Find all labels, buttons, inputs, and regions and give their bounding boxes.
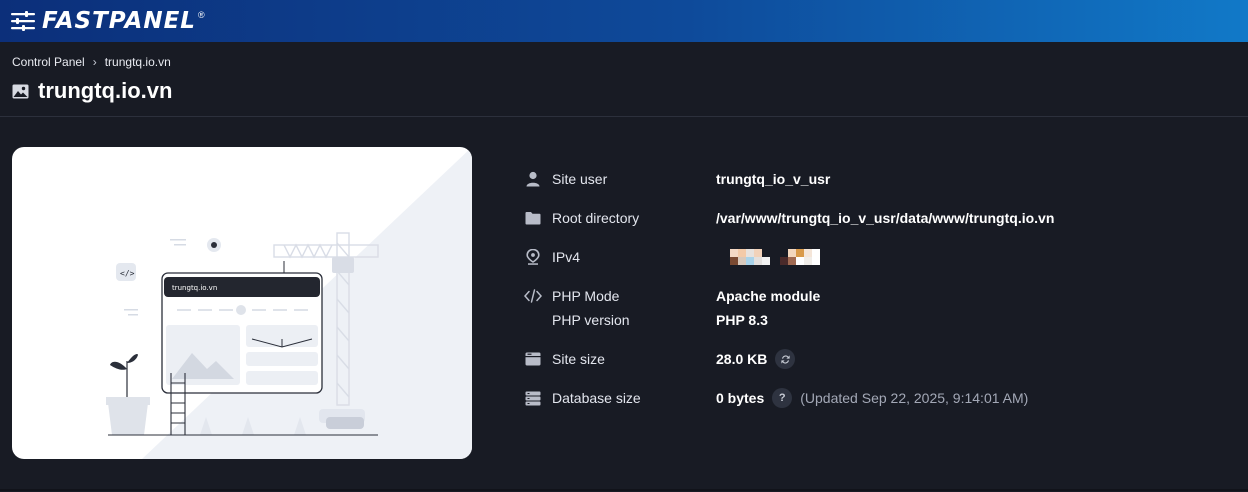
database-updated-text: (Updated Sep 22, 2025, 9:14:01 AM) <box>800 390 1029 406</box>
site-size-label: Site size <box>552 351 605 367</box>
help-button[interactable]: ? <box>772 388 793 408</box>
root-directory-label: Root directory <box>552 210 640 226</box>
site-user-label: Site user <box>552 171 608 187</box>
site-size-row: Site size 28.0 KB <box>524 347 1224 371</box>
user-icon <box>524 171 542 187</box>
construction-illustration: trungtq.io.vn </> <box>106 147 472 459</box>
bottom-divider <box>0 489 1248 491</box>
site-user-value: trungtq_io_v_usr <box>716 171 831 187</box>
pixelated-mask-1 <box>730 249 770 265</box>
refresh-icon <box>781 354 790 364</box>
code-icon <box>524 288 542 304</box>
page-header: Control Panel › trungtq.io.vn trungtq.io… <box>0 42 1248 117</box>
php-version-row: PHP version PHP 8.3 <box>524 308 1224 332</box>
database-size-value: 0 bytes <box>716 390 765 406</box>
sliders-icon <box>11 11 35 31</box>
database-size-label: Database size <box>552 390 641 406</box>
php-mode-value: Apache module <box>716 288 821 304</box>
php-version-label: PHP version <box>552 312 630 328</box>
image-icon <box>12 84 29 98</box>
root-directory-value[interactable]: /var/www/trungtq_io_v_usr/data/www/trung… <box>716 210 1054 226</box>
breadcrumb-current: trungtq.io.vn <box>104 55 171 69</box>
page-title: trungtq.io.vn <box>38 78 173 103</box>
location-pin-icon <box>524 249 542 265</box>
site-user-row: Site user trungtq_io_v_usr <box>524 167 1224 191</box>
browser-url-label: trungtq.io.vn <box>172 284 217 292</box>
chevron-right-icon: › <box>92 55 97 69</box>
breadcrumb-control-panel[interactable]: Control Panel <box>12 55 85 69</box>
php-mode-label: PHP Mode <box>552 288 620 304</box>
ipv4-value-masked <box>716 249 820 265</box>
svg-text:</>: </> <box>120 269 135 278</box>
php-mode-row: PHP Mode Apache module <box>524 284 1224 308</box>
ipv4-row: IPv4 <box>524 245 1224 269</box>
registered-mark: ® <box>197 10 205 20</box>
fastpanel-logo[interactable]: FASTPANEL ® <box>10 8 205 34</box>
hdd-icon <box>524 351 542 367</box>
pixelated-mask-2 <box>780 249 820 265</box>
site-size-value: 28.0 KB <box>716 351 768 367</box>
site-illustration: trungtq.io.vn </> <box>12 147 472 459</box>
php-version-value: PHP 8.3 <box>716 312 768 328</box>
site-info-panel: Site user trungtq_io_v_usr Root director… <box>524 167 1224 410</box>
top-bar: FASTPANEL ® <box>0 0 1248 42</box>
brand-name: FASTPANEL <box>42 8 196 34</box>
site-overview: trungtq.io.vn </> Site user trungtq_io_v… <box>0 117 1248 491</box>
database-icon <box>524 390 542 406</box>
folder-icon <box>524 210 542 226</box>
ipv4-label: IPv4 <box>552 249 581 265</box>
breadcrumb: Control Panel › trungtq.io.vn <box>12 55 1236 69</box>
database-size-row: Database size 0 bytes ? (Updated Sep 22,… <box>524 386 1224 410</box>
root-directory-row: Root directory /var/www/trungtq_io_v_usr… <box>524 206 1224 230</box>
refresh-button[interactable] <box>775 349 796 369</box>
